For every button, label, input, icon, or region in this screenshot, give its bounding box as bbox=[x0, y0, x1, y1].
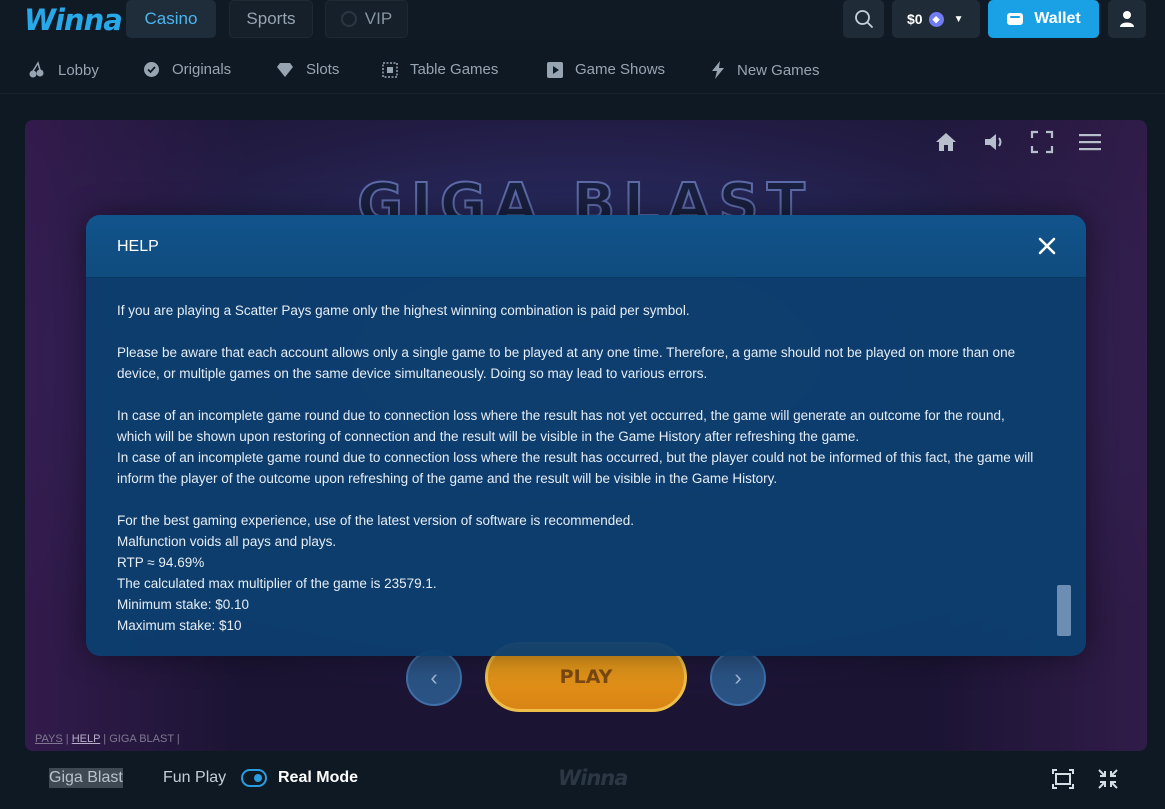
close-icon[interactable] bbox=[1036, 235, 1058, 257]
game-name-link: GIGA BLAST bbox=[109, 733, 174, 745]
home-icon[interactable] bbox=[934, 130, 958, 154]
help-paragraph: In case of an incomplete game round due … bbox=[117, 408, 1005, 444]
help-scrollbar[interactable] bbox=[1057, 585, 1071, 636]
balance-selector[interactable]: $0 ◆ ▼ bbox=[892, 0, 980, 38]
tab-vip[interactable]: VIP bbox=[325, 0, 408, 38]
max-multiplier: The calculated max multiplier of the gam… bbox=[117, 576, 437, 591]
help-paragraph: Please be aware that each account allows… bbox=[117, 345, 1016, 381]
top-nav-bar: Winna Casino Sports VIP $0 ◆ ▼ Wallet bbox=[0, 0, 1165, 40]
subnav-item-lobby[interactable]: Lobby bbox=[28, 61, 99, 79]
chevron-right-icon: › bbox=[734, 665, 742, 690]
chevron-left-icon: ‹ bbox=[430, 665, 438, 690]
sound-icon[interactable] bbox=[982, 130, 1008, 154]
maximum-stake: Maximum stake: $10 bbox=[117, 618, 242, 633]
subnav-label: New Games bbox=[737, 61, 820, 79]
game-name: Giga Blast bbox=[49, 768, 123, 788]
diamond-icon bbox=[277, 62, 293, 77]
fun-play-label[interactable]: Fun Play bbox=[163, 769, 226, 787]
help-dialog: HELP If you are playing a Scatter Pays g… bbox=[86, 215, 1086, 656]
balance-amount: $0 bbox=[907, 11, 923, 27]
tab-vip-label: VIP bbox=[364, 9, 393, 28]
tab-casino[interactable]: Casino bbox=[126, 0, 216, 38]
subnav-item-new-games[interactable]: New Games bbox=[711, 61, 820, 79]
help-paragraph: Malfunction voids all pays and plays. bbox=[117, 534, 337, 549]
subnav-label: Game Shows bbox=[575, 61, 666, 78]
subnav-item-game-shows[interactable]: Game Shows bbox=[547, 61, 665, 78]
next-button[interactable]: › bbox=[710, 650, 766, 706]
lightning-icon bbox=[712, 61, 724, 79]
help-paragraph: For the best gaming experience, use of t… bbox=[117, 513, 635, 528]
help-link[interactable]: HELP bbox=[72, 733, 101, 745]
game-bottom-bar: Giga Blast Fun Play Real Mode Winna bbox=[25, 751, 1147, 807]
subnav-item-originals[interactable]: Originals bbox=[143, 61, 231, 78]
user-account-button[interactable] bbox=[1108, 0, 1146, 38]
user-icon bbox=[1120, 11, 1134, 27]
subnav-label: Table Games bbox=[410, 61, 499, 78]
help-dialog-title: HELP bbox=[117, 238, 159, 255]
real-mode-label[interactable]: Real Mode bbox=[278, 769, 358, 787]
minimum-stake: Minimum stake: $0.10 bbox=[117, 597, 250, 612]
wallet-icon bbox=[1007, 13, 1024, 25]
collapse-icon[interactable] bbox=[1097, 768, 1119, 790]
mode-toggle[interactable] bbox=[241, 769, 267, 787]
badge-check-icon bbox=[144, 62, 159, 77]
category-nav: Lobby Originals Slots Table Games Game S… bbox=[0, 48, 1165, 94]
vip-icon bbox=[340, 11, 357, 27]
theater-mode-icon[interactable] bbox=[1051, 768, 1075, 790]
subnav-item-slots[interactable]: Slots bbox=[276, 61, 339, 78]
menu-icon[interactable] bbox=[1078, 130, 1102, 154]
wallet-label: Wallet bbox=[1034, 10, 1081, 27]
game-info-links: PAYS | HELP | GIGA BLAST | bbox=[35, 733, 180, 745]
help-dialog-header: HELP bbox=[86, 215, 1086, 278]
winna-logo[interactable]: Winna bbox=[24, 3, 123, 37]
tab-sports[interactable]: Sports bbox=[229, 0, 313, 38]
pays-link[interactable]: PAYS bbox=[35, 733, 63, 745]
grid-icon bbox=[382, 61, 398, 78]
previous-button[interactable]: ‹ bbox=[406, 650, 462, 706]
search-icon bbox=[854, 10, 873, 28]
play-square-icon bbox=[547, 61, 563, 78]
help-paragraph: In case of an incomplete game round due … bbox=[117, 450, 1034, 486]
help-paragraph: If you are playing a Scatter Pays game o… bbox=[117, 303, 690, 318]
subnav-label: Lobby bbox=[58, 61, 99, 79]
winna-watermark-logo: Winna bbox=[558, 766, 628, 790]
rtp-value: RTP ≈ 94.69% bbox=[117, 555, 205, 570]
subnav-label: Originals bbox=[172, 61, 232, 78]
wallet-button[interactable]: Wallet bbox=[988, 0, 1099, 38]
help-dialog-content: If you are playing a Scatter Pays game o… bbox=[117, 300, 1037, 636]
subnav-label: Slots bbox=[306, 61, 340, 78]
ethereum-icon: ◆ bbox=[928, 11, 944, 27]
fullscreen-icon[interactable] bbox=[1030, 130, 1054, 154]
chevron-down-icon: ▼ bbox=[953, 13, 964, 25]
search-button[interactable] bbox=[843, 0, 884, 38]
toggle-knob bbox=[254, 774, 262, 782]
subnav-item-table-games[interactable]: Table Games bbox=[382, 61, 498, 78]
cherry-icon bbox=[29, 61, 44, 78]
